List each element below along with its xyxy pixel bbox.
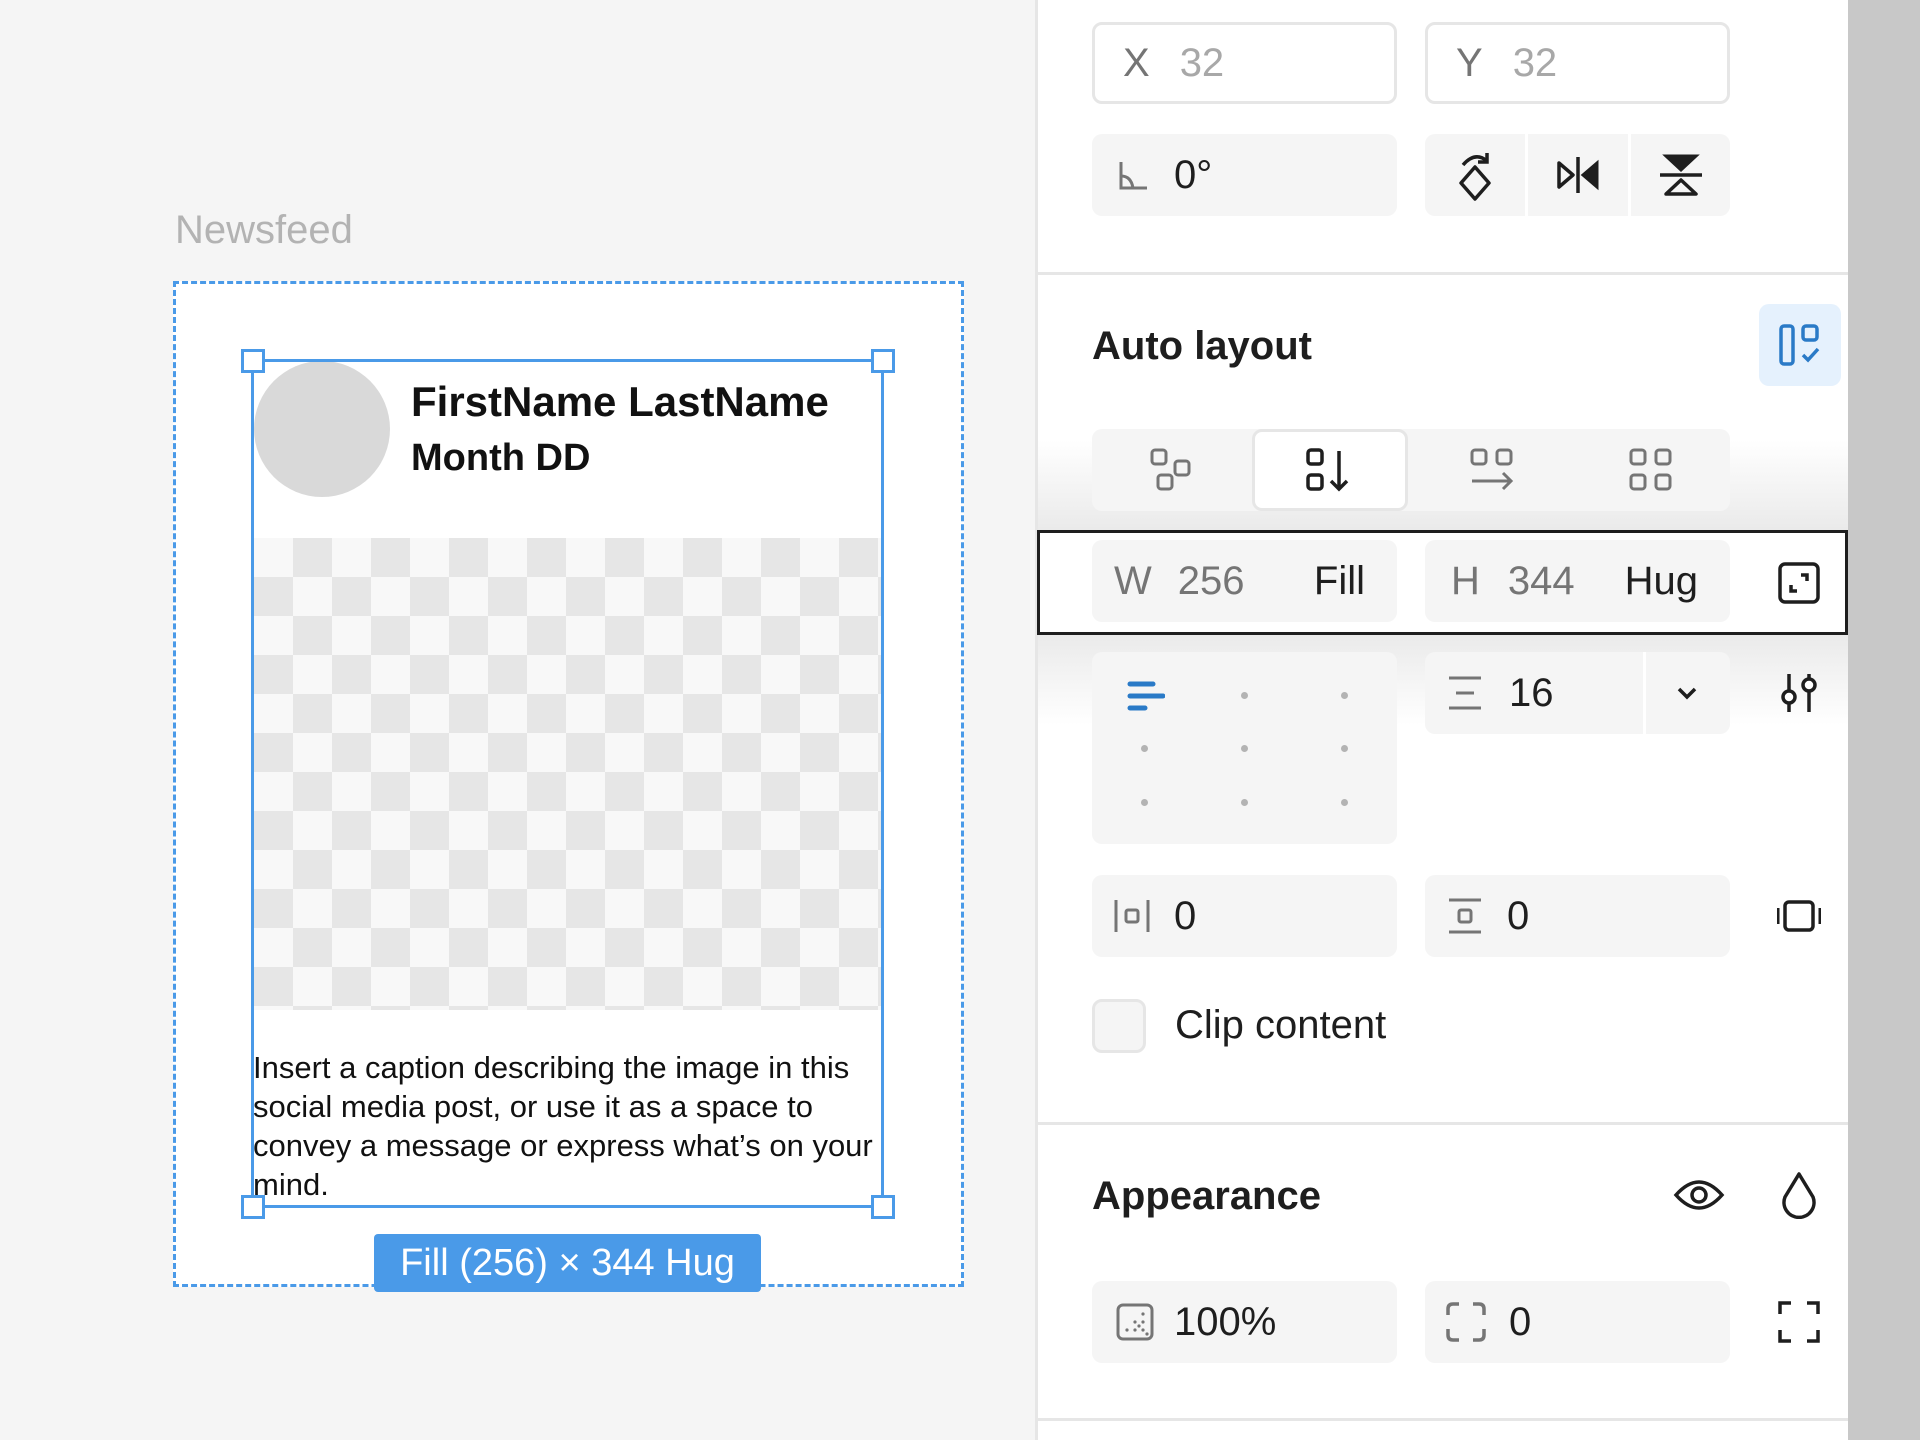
opacity-field[interactable]: 100% [1092, 1281, 1397, 1363]
canvas[interactable]: Newsfeed FirstName LastName Month DD Ins… [0, 0, 1035, 1440]
section-divider [1038, 272, 1848, 275]
corners-icon [1778, 1301, 1820, 1343]
resize-to-fit-icon [1778, 562, 1820, 604]
constrain-proportions-button[interactable] [1776, 560, 1822, 606]
height-mode[interactable]: Hug [1625, 559, 1698, 604]
alignment-grid[interactable] [1092, 652, 1397, 844]
width-label: W [1114, 558, 1152, 603]
layout-freeform-button[interactable] [1092, 429, 1252, 511]
layout-direction-group [1092, 429, 1730, 511]
x-position-field[interactable]: X 32 [1092, 22, 1397, 104]
width-mode[interactable]: Fill [1314, 559, 1365, 604]
flip-horizontal-button[interactable] [1528, 134, 1628, 216]
selection-outline[interactable] [251, 359, 884, 1208]
resize-handle-top-right[interactable] [871, 349, 895, 373]
align-middle-center-dot[interactable] [1241, 745, 1248, 752]
horizontal-padding-field[interactable]: 0 [1092, 875, 1397, 957]
vertical-padding-value: 0 [1507, 893, 1530, 938]
align-bottom-left-dot[interactable] [1141, 799, 1148, 806]
align-middle-left-dot[interactable] [1141, 745, 1148, 752]
x-value: 32 [1179, 40, 1225, 85]
gap-value: 16 [1509, 670, 1554, 715]
corner-radius-field[interactable]: 0 [1425, 1281, 1730, 1363]
layout-grid-button[interactable] [1572, 429, 1730, 511]
corner-radius-value: 0 [1509, 1299, 1532, 1344]
flip-vertical-button[interactable] [1631, 134, 1730, 216]
individual-padding-button[interactable] [1776, 893, 1822, 939]
y-position-field[interactable]: Y 32 [1425, 22, 1730, 104]
corner-radius-icon [1445, 1301, 1487, 1343]
clip-content-label[interactable]: Clip content [1175, 1003, 1386, 1048]
eye-icon [1673, 1180, 1725, 1210]
clip-content-checkbox[interactable] [1092, 999, 1146, 1053]
flip-vertical-icon [1658, 152, 1704, 198]
layout-horizontal-button[interactable] [1412, 429, 1572, 511]
toggle-visibility-button[interactable] [1671, 1169, 1727, 1221]
align-top-center-dot[interactable] [1241, 692, 1248, 699]
gap-dropdown-button[interactable] [1666, 670, 1708, 716]
auto-layout-title: Auto layout [1092, 324, 1312, 368]
align-middle-right-dot[interactable] [1341, 745, 1348, 752]
resize-handle-top-left[interactable] [241, 349, 265, 373]
frame-label[interactable]: Newsfeed [175, 208, 353, 253]
section-divider [1038, 1418, 1848, 1421]
width-field[interactable]: W 256 Fill [1092, 540, 1397, 622]
horizontal-padding-icon [1112, 896, 1152, 936]
layout-guide-button[interactable] [1759, 304, 1841, 386]
freeform-layout-icon [1149, 447, 1195, 493]
align-bottom-center-dot[interactable] [1241, 799, 1248, 806]
panel-scroll-gutter [1848, 0, 1920, 1440]
rotation-angle-icon [1114, 155, 1154, 195]
vertical-layout-icon [1305, 447, 1355, 493]
x-label: X [1123, 40, 1150, 85]
opacity-value: 100% [1174, 1299, 1277, 1344]
align-top-left-icon[interactable] [1126, 676, 1166, 716]
layout-vertical-button[interactable] [1252, 429, 1408, 511]
resize-handle-bottom-left[interactable] [241, 1195, 265, 1219]
chevron-down-icon [1677, 687, 1697, 700]
padding-sides-icon [1777, 900, 1821, 932]
vertical-gap-icon [1445, 673, 1485, 713]
rotation-field[interactable]: 0° [1092, 134, 1397, 216]
grid-layout-icon [1628, 447, 1674, 493]
align-top-right-dot[interactable] [1341, 692, 1348, 699]
rotate-icon [1452, 147, 1498, 203]
appearance-title: Appearance [1092, 1174, 1321, 1218]
y-value: 32 [1512, 40, 1558, 85]
drop-icon [1782, 1172, 1816, 1219]
width-value: 256 [1177, 558, 1245, 603]
layout-guide-icon [1779, 324, 1820, 366]
horizontal-padding-value: 0 [1174, 893, 1197, 938]
flip-horizontal-icon [1555, 152, 1601, 198]
y-label: Y [1456, 40, 1483, 85]
vertical-padding-icon [1445, 896, 1485, 936]
height-field[interactable]: H 344 Hug [1425, 540, 1730, 622]
sliders-icon [1781, 674, 1817, 712]
rotation-value: 0° [1174, 152, 1213, 197]
transform-button-group [1425, 134, 1730, 216]
height-label: H [1451, 558, 1480, 603]
selection-size-badge: Fill (256) × 344 Hug [374, 1234, 761, 1292]
vertical-padding-field[interactable]: 0 [1425, 875, 1730, 957]
horizontal-layout-icon [1469, 447, 1515, 493]
resize-handle-bottom-right[interactable] [871, 1195, 895, 1219]
align-bottom-right-dot[interactable] [1341, 799, 1348, 806]
section-divider [1038, 1122, 1848, 1125]
opacity-icon [1114, 1301, 1156, 1343]
advanced-layout-settings-button[interactable] [1776, 670, 1822, 716]
individual-corners-button[interactable] [1776, 1299, 1822, 1345]
divider [1643, 652, 1646, 734]
height-value: 344 [1507, 558, 1575, 603]
blend-mode-button[interactable] [1776, 1169, 1822, 1221]
rotate-90-button[interactable] [1425, 134, 1525, 216]
